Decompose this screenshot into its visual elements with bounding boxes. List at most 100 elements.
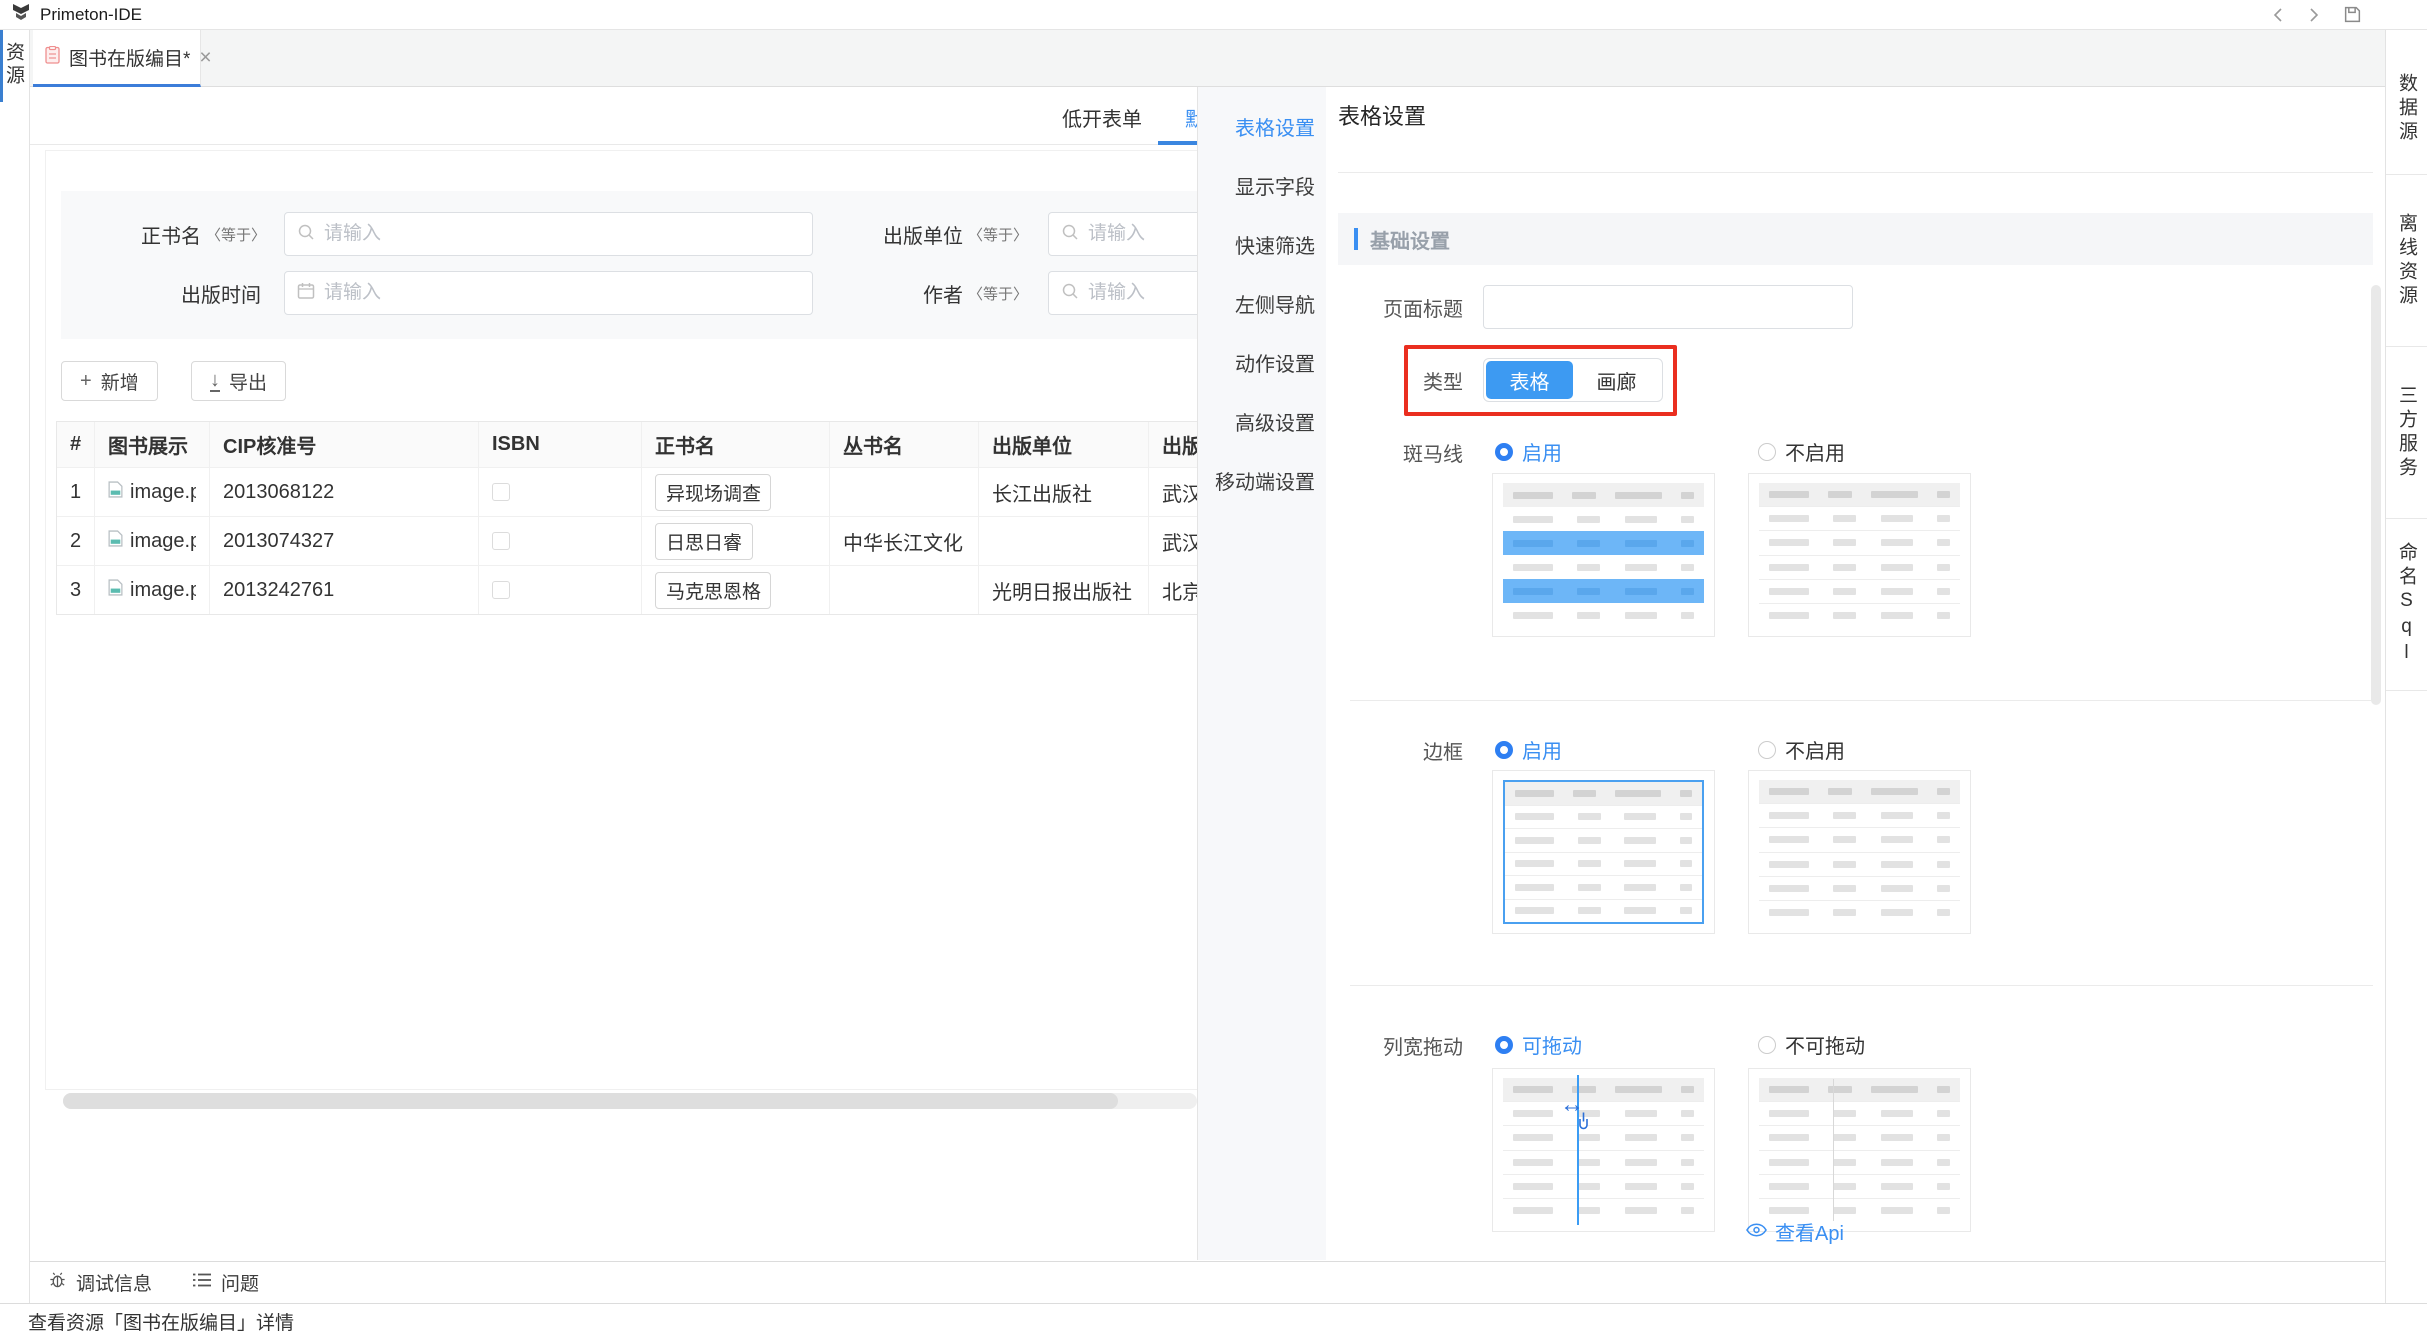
- status-text: 查看资源「图书在版编目」详情: [28, 1308, 294, 1335]
- hand-cursor-icon: [1576, 1111, 1591, 1135]
- editor-tab[interactable]: 图书在版编目* ×: [33, 30, 201, 87]
- border-enable-radio[interactable]: 启用: [1495, 735, 1562, 764]
- scrollbar-thumb[interactable]: [63, 1093, 1118, 1109]
- column-line: [1833, 1079, 1834, 1221]
- cell-index: 3: [57, 566, 95, 614]
- type-option-table[interactable]: 表格: [1486, 361, 1573, 399]
- view-api-link[interactable]: 查看Api: [1746, 1217, 1844, 1246]
- save-icon[interactable]: [2343, 5, 2362, 24]
- image-file-icon: [108, 530, 123, 553]
- settings-panel: 表格设置 显示字段 快速筛选 左侧导航 动作设置 高级设置 移动端设置 表格设置…: [1197, 87, 2385, 1260]
- debug-info-item[interactable]: 调试信息: [48, 1269, 152, 1296]
- nav-display-fields[interactable]: 显示字段: [1198, 156, 1326, 215]
- status-bar: 查看资源「图书在版编目」详情: [0, 1303, 2427, 1339]
- col-drag-on-preview[interactable]: ↔: [1492, 1068, 1715, 1232]
- nav-action-settings[interactable]: 动作设置: [1198, 333, 1326, 392]
- cell-publisher: [979, 517, 1149, 565]
- view-tab-divider: [30, 144, 1197, 145]
- view-tab-lowcode-form[interactable]: 低开表单: [1062, 103, 1142, 132]
- title-tag[interactable]: 日思日睿: [655, 523, 753, 560]
- nav-mobile-settings[interactable]: 移动端设置: [1198, 451, 1326, 510]
- nav-quick-filter[interactable]: 快速筛选: [1198, 215, 1326, 274]
- plus-icon: +: [80, 371, 92, 391]
- zebra-row: 斑马线 启用 不启用: [1338, 437, 2373, 467]
- radio-selected-icon: [1495, 443, 1513, 461]
- col-drag-label: 列宽拖动: [1338, 1031, 1463, 1060]
- filter-label-title: 正书名 〈等于〉: [61, 212, 266, 256]
- col-drag-off-preview[interactable]: [1748, 1068, 1971, 1232]
- type-option-gallery[interactable]: 画廊: [1573, 361, 1660, 399]
- rail-tab-resources[interactable]: 资源: [0, 30, 27, 102]
- debug-bar: 调试信息 问题: [30, 1261, 2385, 1303]
- editor-tab-label: 图书在版编目*: [69, 44, 190, 71]
- cell-place: 北京: [1149, 566, 1197, 614]
- col-drag-enable-radio[interactable]: 可拖动: [1495, 1030, 1582, 1059]
- nav-back-icon[interactable]: [2271, 7, 2285, 23]
- col-header-title: 正书名: [642, 422, 830, 467]
- view-tab-default[interactable]: 默: [1185, 103, 1197, 132]
- filter-label-publisher: 出版单位 〈等于〉: [661, 212, 1028, 256]
- isbn-checkbox[interactable]: [492, 483, 510, 501]
- cell-image[interactable]: image.png: [108, 579, 196, 602]
- nav-advanced-settings[interactable]: 高级设置: [1198, 392, 1326, 451]
- nav-table-settings[interactable]: 表格设置: [1198, 97, 1326, 156]
- col-drag-disable-radio[interactable]: 不可拖动: [1758, 1030, 1865, 1059]
- nav-forward-icon[interactable]: [2307, 7, 2321, 23]
- border-on-preview[interactable]: [1492, 770, 1715, 934]
- document-icon: [45, 46, 60, 69]
- filter-input-author[interactable]: [1048, 271, 1197, 315]
- editor-tabstrip: 图书在版编目* ×: [30, 30, 2385, 87]
- border-off-preview[interactable]: [1748, 770, 1971, 934]
- basic-settings-section: 基础设置: [1338, 213, 2373, 265]
- cell-image[interactable]: image.png: [108, 481, 196, 504]
- type-row: 类型 表格 画廊: [1338, 358, 2373, 402]
- cell-image[interactable]: image.png: [108, 530, 196, 553]
- close-icon[interactable]: ×: [199, 47, 211, 68]
- title-tag[interactable]: 马克思恩格: [655, 572, 771, 609]
- problems-item[interactable]: 问题: [192, 1269, 259, 1296]
- table-row: 3 image.png 2013242761 马克思恩格 光明日报出版社 北京: [57, 565, 1197, 614]
- filter-input-author-field[interactable]: [1088, 282, 1197, 304]
- settings-nav: 表格设置 显示字段 快速筛选 左侧导航 动作设置 高级设置 移动端设置: [1198, 87, 1326, 1260]
- books-table: # 图书展示 CIP核准号 ISBN 正书名 丛书名 出版单位 出版地 1 im…: [56, 421, 1197, 615]
- rail-tab-resources-label: 资源: [0, 42, 27, 88]
- cell-place: 武汉: [1149, 517, 1197, 565]
- title-tag[interactable]: 异现场调查: [655, 474, 771, 511]
- right-rail: 数据源 离线资源 三方服务 命名Sql: [2385, 30, 2427, 1303]
- filter-label-author: 作者 〈等于〉: [661, 271, 1028, 315]
- radio-selected-icon: [1495, 741, 1513, 759]
- rail-tab-datasource[interactable]: 数据源: [2386, 43, 2427, 175]
- cell-place: 武汉: [1149, 468, 1197, 516]
- rail-tab-offline-resources[interactable]: 离线资源: [2386, 175, 2427, 347]
- page-title-input[interactable]: [1483, 285, 1853, 329]
- list-icon: [192, 1272, 212, 1294]
- vertical-scrollbar-thumb[interactable]: [2371, 285, 2381, 705]
- nav-left-navigation[interactable]: 左侧导航: [1198, 274, 1326, 333]
- zebra-on-preview[interactable]: [1492, 473, 1715, 637]
- cell-series: [830, 566, 979, 614]
- export-button[interactable]: ↓ 导出: [191, 361, 286, 401]
- rail-tab-third-party-services[interactable]: 三方服务: [2386, 347, 2427, 519]
- isbn-checkbox[interactable]: [492, 581, 510, 599]
- border-row: 边框 启用 不启用: [1338, 735, 2373, 765]
- border-disable-radio[interactable]: 不启用: [1758, 735, 1845, 764]
- zebra-off-preview[interactable]: [1748, 473, 1971, 637]
- rail-tab-named-sql[interactable]: 命名Sql: [2386, 519, 2427, 691]
- section-accent-bar: [1354, 228, 1358, 250]
- col-drag-previews: ↔: [1492, 1068, 1971, 1232]
- image-file-icon: [108, 579, 123, 602]
- col-header-isbn: ISBN: [479, 422, 642, 467]
- filter-label-pubdate: 出版时间: [61, 271, 266, 315]
- filter-input-publisher-field[interactable]: [1088, 223, 1197, 245]
- table-row: 2 image.png 2013074327 日思日睿 中华长江文化 武汉: [57, 516, 1197, 565]
- isbn-checkbox[interactable]: [492, 532, 510, 550]
- border-previews: [1492, 770, 1971, 934]
- zebra-disable-radio[interactable]: 不启用: [1758, 437, 1845, 466]
- search-icon: [297, 223, 315, 246]
- view-tab-active-underline: [1158, 141, 1197, 145]
- zebra-enable-radio[interactable]: 启用: [1495, 437, 1562, 466]
- horizontal-scrollbar[interactable]: [63, 1093, 1197, 1109]
- filter-input-publisher[interactable]: [1048, 212, 1197, 256]
- title-bar: Primeton-IDE: [0, 0, 2427, 30]
- add-button[interactable]: + 新增: [61, 361, 158, 401]
